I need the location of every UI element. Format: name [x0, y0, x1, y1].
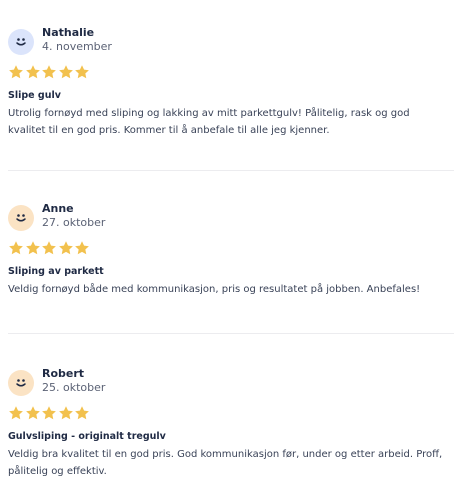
- review-text: Utrolig fornøyd med sliping og lakking a…: [8, 105, 454, 139]
- star-rating: [8, 240, 454, 256]
- star-icon: [25, 241, 40, 255]
- star-icon: [75, 241, 89, 255]
- star-rating: [8, 405, 454, 421]
- star-icon: [25, 406, 40, 420]
- review-card: Nathalie 4. november Slipe gulv Utrolig …: [8, 26, 454, 139]
- star-icon: [58, 406, 73, 420]
- divider: [8, 170, 454, 171]
- review-card: Robert 25. oktober Gulvsliping - origina…: [8, 367, 454, 480]
- reviews-list: Nathalie 4. november Slipe gulv Utrolig …: [0, 0, 458, 500]
- star-icon: [9, 241, 23, 255]
- avatar: [8, 205, 34, 231]
- review-date: 27. oktober: [42, 216, 106, 229]
- review-title: Gulvsliping - originalt tregulv: [8, 431, 166, 442]
- reviewer-name: Anne: [42, 202, 74, 215]
- review-header: Nathalie 4. november: [8, 26, 454, 55]
- star-icon: [9, 406, 23, 420]
- review-date: 4. november: [42, 40, 112, 53]
- reviewer-name: Robert: [42, 367, 85, 380]
- smiley-face-icon: [16, 214, 26, 222]
- review-text-line: kvalitet til en god pris. Kommer til å a…: [8, 125, 330, 136]
- review-text-line: Veldig fornøyd både med kommunikasjon, p…: [8, 284, 421, 295]
- star-icon: [25, 65, 40, 79]
- divider: [8, 333, 454, 334]
- avatar: [8, 370, 34, 396]
- star-icon: [75, 406, 89, 420]
- smiley-face-icon: [16, 379, 26, 387]
- review-text-line: Utrolig fornøyd med sliping og lakking a…: [8, 108, 410, 119]
- review-header: Robert 25. oktober: [8, 367, 454, 396]
- review-text: Veldig fornøyd både med kommunikasjon, p…: [8, 281, 454, 298]
- review-text: Veldig bra kvalitet til en god pris. God…: [8, 446, 454, 480]
- star-icon: [42, 406, 56, 420]
- review-text-line: pålitelig og effektiv.: [8, 466, 107, 477]
- star-icon: [58, 65, 73, 79]
- smiley-face-icon: [16, 38, 26, 46]
- review-card: Anne 27. oktober Sliping av parkett Veld…: [8, 202, 454, 298]
- avatar: [8, 29, 34, 55]
- star-icon: [42, 241, 56, 255]
- review-header: Anne 27. oktober: [8, 202, 454, 231]
- review-title: Slipe gulv: [8, 90, 61, 101]
- review-date: 25. oktober: [42, 381, 106, 394]
- star-icon: [9, 65, 23, 79]
- review-title: Sliping av parkett: [8, 266, 104, 277]
- star-rating: [8, 64, 454, 80]
- star-icon: [42, 65, 56, 79]
- star-icon: [58, 241, 73, 255]
- review-text-line: Veldig bra kvalitet til en god pris. God…: [8, 449, 443, 460]
- star-icon: [75, 65, 89, 79]
- reviewer-name: Nathalie: [42, 26, 95, 39]
